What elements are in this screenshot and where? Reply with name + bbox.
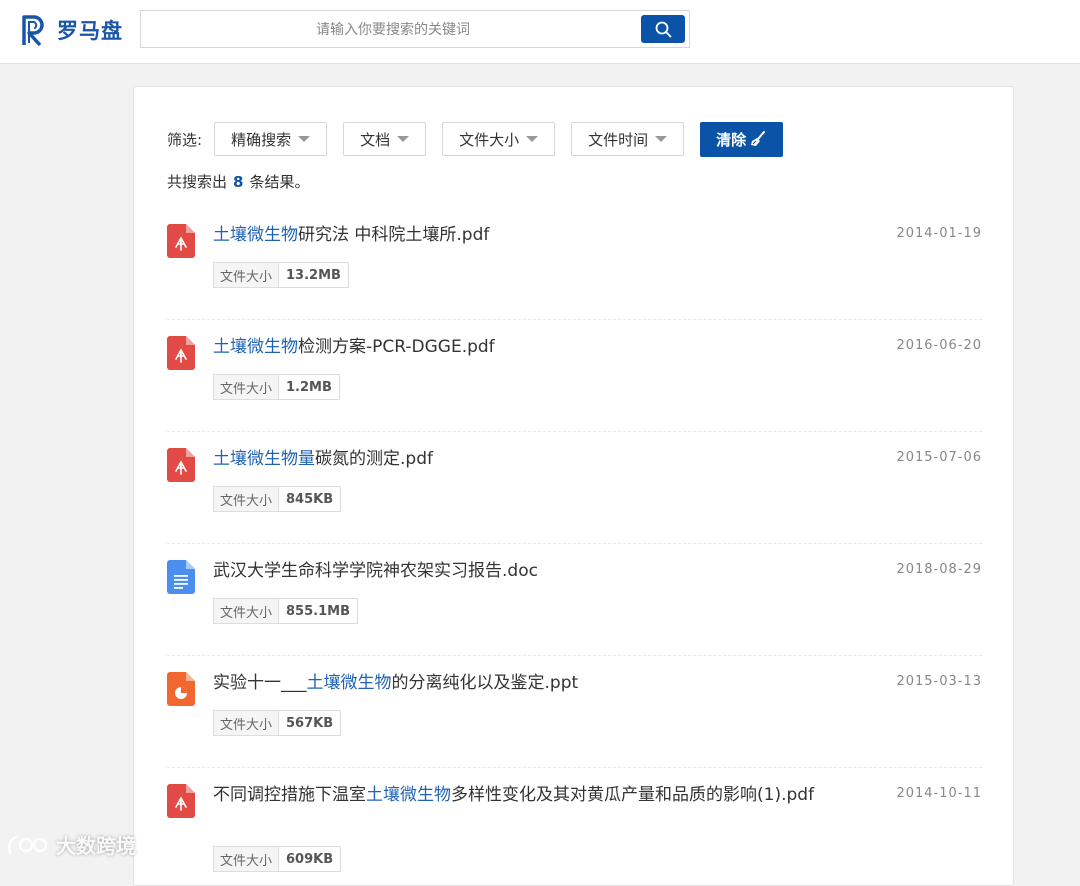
count-prefix: 共搜索出 [167, 173, 228, 191]
search-box [140, 10, 690, 49]
watermark-text: 大数跨境 [56, 834, 136, 858]
size-label: 文件大小 [214, 263, 280, 287]
broom-icon [751, 131, 766, 146]
title-suffix: 碳氮的测定.pdf [315, 449, 433, 469]
size-label: 文件大小 [214, 711, 280, 735]
size-value: 1.2MB [286, 379, 332, 395]
count-number: 8 [233, 173, 244, 191]
results-list: 土壤微生物研究法 中科院土壤所.pdf 2014-01-19 文件大小 13.2… [167, 208, 982, 880]
logo-r-icon [22, 15, 44, 47]
caret-down-icon [655, 136, 668, 142]
result-item: 武汉大学生命科学学院神农架实习报告.doc 2018-08-29 文件大小 85… [167, 544, 982, 656]
file-size-tag: 文件大小 609KB [213, 846, 342, 872]
result-title-link[interactable]: 土壤微生物研究法 中科院土壤所.pdf [213, 223, 853, 247]
size-label: 文件大小 [214, 375, 280, 399]
size-label: 文件大小 [214, 599, 280, 623]
size-value: 13.2MB [286, 267, 341, 283]
result-date: 2016-06-20 [896, 338, 982, 353]
pdf-icon [167, 784, 195, 818]
result-date: 2014-10-11 [896, 786, 982, 801]
result-item: 土壤微生物研究法 中科院土壤所.pdf 2014-01-19 文件大小 13.2… [167, 208, 982, 320]
result-item: 不同调控措施下温室土壤微生物多样性变化及其对黄瓜产量和品质的影响(1).pdf … [167, 768, 982, 880]
file-type-value: 文档 [360, 130, 391, 149]
result-date: 2018-08-29 [896, 562, 982, 577]
size-value: 855.1MB [286, 603, 350, 619]
doc-icon [167, 560, 195, 594]
size-label: 文件大小 [214, 487, 280, 511]
file-time-value: 文件时间 [588, 130, 649, 149]
title-suffix: 武汉大学生命科学学院神农架实习报告.doc [213, 561, 538, 581]
file-size-dropdown[interactable]: 文件大小 [442, 122, 556, 156]
result-title-link[interactable]: 不同调控措施下温室土壤微生物多样性变化及其对黄瓜产量和品质的影响(1).pdf [213, 783, 853, 807]
clear-label: 清除 [716, 130, 747, 149]
result-title-link[interactable]: 土壤微生物量碳氮的测定.pdf [213, 447, 853, 471]
size-label: 文件大小 [214, 847, 280, 871]
result-title-link[interactable]: 实验十一___土壤微生物的分离纯化以及鉴定.ppt [213, 671, 853, 695]
pdf-icon [167, 336, 195, 370]
search-icon [655, 21, 671, 37]
result-date: 2014-01-19 [896, 226, 982, 241]
title-suffix: 的分离纯化以及鉴定.ppt [391, 673, 579, 693]
caret-down-icon [298, 136, 311, 142]
title-suffix: 研究法 中科院土壤所.pdf [298, 225, 490, 245]
match-mode-value: 精确搜索 [231, 130, 292, 149]
file-time-dropdown[interactable]: 文件时间 [571, 122, 685, 156]
title-highlight: 土壤微生物量 [213, 449, 315, 469]
clear-filters-button[interactable]: 清除 [700, 121, 784, 157]
result-item: 土壤微生物量碳氮的测定.pdf 2015-07-06 文件大小 845KB [167, 432, 982, 544]
file-size-tag: 文件大小 567KB [213, 710, 342, 736]
title-highlight: 土壤微生物 [213, 337, 298, 357]
result-title-link[interactable]: 土壤微生物检测方案-PCR-DGGE.pdf [213, 335, 853, 359]
result-item: 土壤微生物检测方案-PCR-DGGE.pdf 2016-06-20 文件大小 1… [167, 320, 982, 432]
file-type-dropdown[interactable]: 文档 [343, 122, 427, 156]
result-date: 2015-03-13 [896, 674, 982, 689]
pdf-icon [167, 448, 195, 482]
pdf-icon [167, 224, 195, 258]
caret-down-icon [526, 136, 539, 142]
search-button[interactable] [641, 15, 685, 43]
count-suffix: 条结果。 [249, 173, 310, 191]
size-value: 845KB [286, 491, 334, 507]
match-mode-dropdown[interactable]: 精确搜索 [214, 122, 328, 156]
size-value: 609KB [286, 851, 334, 867]
result-item: 实验十一___土壤微生物的分离纯化以及鉴定.ppt 2015-03-13 文件大… [167, 656, 982, 768]
result-date: 2015-07-06 [896, 450, 982, 465]
watermark-logo-icon [8, 835, 48, 854]
result-title-link[interactable]: 武汉大学生命科学学院神农架实习报告.doc [213, 559, 853, 583]
size-value: 567KB [286, 715, 334, 731]
title-prefix: 实验十一___ [213, 673, 307, 693]
title-highlight: 土壤微生物 [366, 785, 451, 805]
file-size-tag: 文件大小 855.1MB [213, 598, 358, 624]
filter-label: 筛选: [167, 130, 203, 149]
top-header: 罗马盘 [0, 0, 1080, 64]
title-prefix: 不同调控措施下温室 [213, 785, 366, 805]
logo-text: 罗马盘 [57, 19, 123, 43]
site-logo[interactable]: 罗马盘 [20, 13, 123, 47]
title-highlight: 土壤微生物 [213, 225, 298, 245]
file-size-value: 文件大小 [459, 130, 520, 149]
ppt-icon [167, 672, 195, 706]
title-highlight: 土壤微生物 [306, 673, 392, 693]
search-input[interactable] [141, 11, 645, 49]
file-size-tag: 文件大小 845KB [213, 486, 342, 512]
watermark: 大数跨境 [6, 830, 136, 859]
title-suffix: 检测方案-PCR-DGGE.pdf [298, 337, 495, 357]
title-suffix: 多样性变化及其对黄瓜产量和品质的影响(1).pdf [451, 785, 815, 805]
filter-bar: 筛选: 精确搜索 文档 文件大小 文件时间 清除 [167, 121, 784, 157]
results-card: 筛选: 精确搜索 文档 文件大小 文件时间 清除 共搜索出 8 条结果。 土壤微… [133, 86, 1014, 886]
file-size-tag: 文件大小 1.2MB [213, 374, 340, 400]
file-size-tag: 文件大小 13.2MB [213, 262, 349, 288]
caret-down-icon [397, 136, 410, 142]
result-count: 共搜索出 8 条结果。 [167, 171, 309, 192]
